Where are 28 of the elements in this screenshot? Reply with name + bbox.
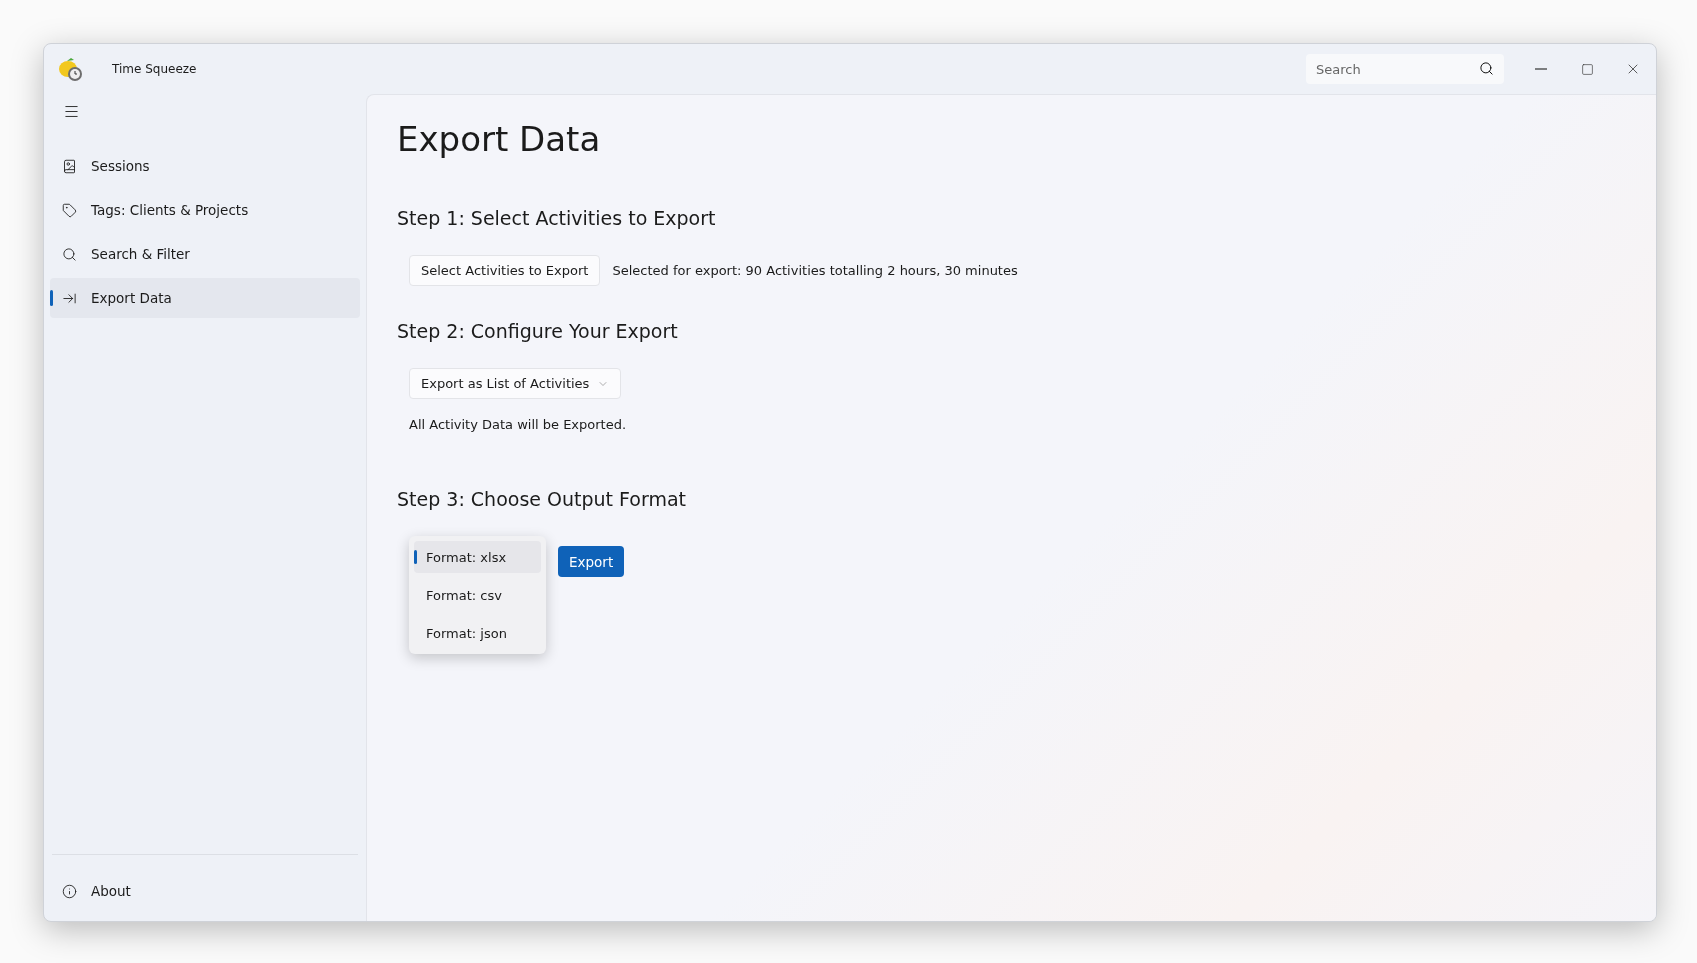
lemon-clock-icon bbox=[58, 56, 84, 82]
search-icon bbox=[62, 246, 77, 262]
select-activities-button[interactable]: Select Activities to Export bbox=[409, 255, 601, 286]
step-heading: Step 2: Configure Your Export bbox=[397, 320, 679, 342]
about-icon bbox=[62, 883, 77, 899]
export-button[interactable]: Export bbox=[558, 546, 625, 577]
page-title: Export Data bbox=[397, 119, 602, 159]
search-field[interactable]: Search bbox=[1306, 54, 1504, 84]
window-title: Time Squeeze bbox=[112, 62, 198, 76]
nav-item[interactable]: Search & Filter bbox=[50, 234, 360, 274]
export-mode-dropdown[interactable]: Export as List of Activities bbox=[409, 368, 622, 399]
nav-item[interactable]: Sessions bbox=[50, 146, 360, 186]
nav-item[interactable]: About bbox=[50, 871, 360, 911]
format-option[interactable]: Format: json bbox=[414, 617, 541, 649]
nav-item[interactable]: Tags: Clients & Projects bbox=[50, 190, 360, 230]
minimize-icon bbox=[1535, 68, 1547, 70]
step-heading: Step 1: Select Activities to Export bbox=[397, 207, 717, 229]
step-heading: Step 3: Choose Output Format bbox=[397, 488, 687, 510]
search-icon bbox=[1479, 61, 1494, 76]
format-option[interactable]: Format: csv bbox=[414, 579, 541, 611]
format-option[interactable]: Format: xlsx bbox=[414, 541, 541, 573]
nav-item[interactable]: Export Data bbox=[50, 278, 360, 318]
selection-indicator bbox=[414, 550, 417, 564]
maximize-icon bbox=[1580, 62, 1594, 76]
tags-icon bbox=[62, 202, 77, 218]
export-note: All Activity Data will be Exported. bbox=[409, 417, 628, 432]
selection-indicator bbox=[50, 290, 53, 306]
selection-summary: Selected for export: 90 Activities totalling 2 hours, 30 minutes bbox=[612, 263, 1018, 278]
